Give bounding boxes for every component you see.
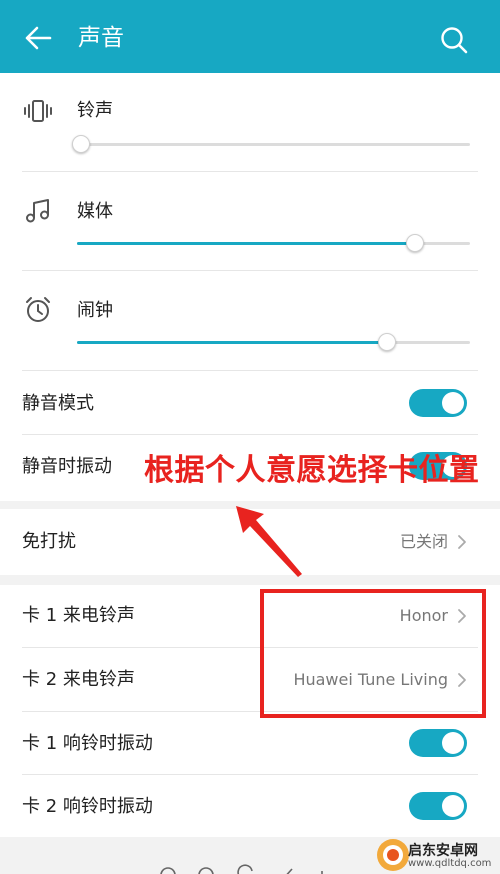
ringtone-label: 铃声 xyxy=(77,100,113,121)
divider xyxy=(22,370,478,371)
media-volume-slider[interactable] xyxy=(77,234,470,252)
do-not-disturb-value: 已关闭 xyxy=(399,532,448,551)
music-note-icon xyxy=(26,199,49,223)
watermark-url: www.qdltdq.com xyxy=(408,858,492,869)
chevron-right-icon xyxy=(458,535,466,549)
vibrate-icon xyxy=(24,100,52,122)
annotation-text: 根据个人意愿选择卡位置 xyxy=(144,453,480,488)
media-label: 媒体 xyxy=(77,201,113,222)
ringtone-volume-thumb[interactable] xyxy=(71,135,90,153)
media-volume-thumb[interactable] xyxy=(405,234,424,252)
alarm-clock-icon xyxy=(26,297,50,322)
alarm-volume-slider[interactable] xyxy=(77,333,470,351)
divider xyxy=(22,774,478,775)
ringtone-volume-slider[interactable] xyxy=(71,135,470,153)
toggle-knob xyxy=(442,732,464,754)
silent-mode-label: 静音模式 xyxy=(22,393,94,414)
search-icon[interactable] xyxy=(440,26,468,54)
app-header: 声音 xyxy=(0,0,500,73)
sim2-vibrate-label: 卡 2 响铃时振动 xyxy=(22,796,153,817)
sim2-ringtone-label[interactable]: 卡 2 来电铃声 xyxy=(22,668,135,692)
divider xyxy=(22,171,478,172)
media-volume-fill xyxy=(77,242,415,245)
page-title: 声音 xyxy=(78,25,124,51)
do-not-disturb-label: 免打扰 xyxy=(22,531,76,552)
toggle-knob xyxy=(442,795,464,817)
alarm-volume-fill xyxy=(77,341,388,344)
red-arrow-icon xyxy=(236,506,302,577)
watermark-title: 启东安卓网 xyxy=(408,843,478,859)
toggle-knob xyxy=(442,392,464,414)
arrow-left-icon[interactable] xyxy=(24,24,52,52)
alarm-label: 闹钟 xyxy=(77,300,113,321)
sim1-vibrate-toggle[interactable] xyxy=(409,729,467,757)
sim1-ringtone-label[interactable]: 卡 1 来电铃声 xyxy=(22,604,135,628)
divider xyxy=(22,434,478,435)
divider xyxy=(22,270,478,271)
silent-vibrate-label: 静音时振动 xyxy=(22,456,112,477)
silent-mode-toggle[interactable] xyxy=(409,389,467,417)
sim1-vibrate-label: 卡 1 响铃时振动 xyxy=(22,733,153,754)
highlight-box xyxy=(260,589,486,718)
sim2-vibrate-toggle[interactable] xyxy=(409,792,467,820)
